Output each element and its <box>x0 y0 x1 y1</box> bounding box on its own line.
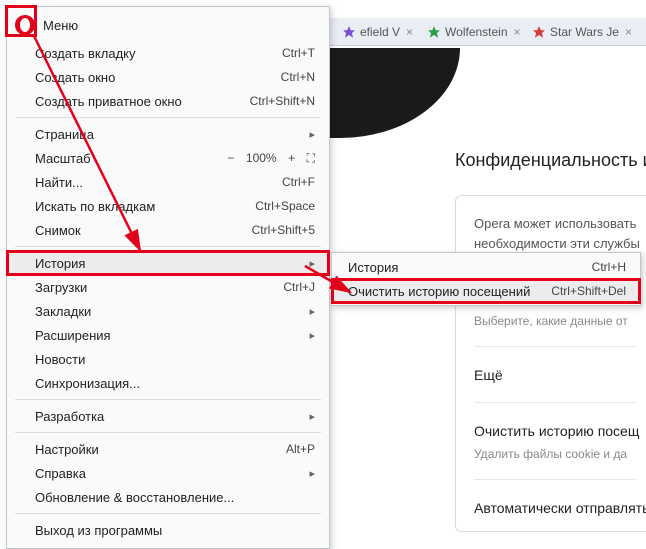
zoom-value: 100% <box>246 151 277 165</box>
chevron-right-icon: ▸ <box>297 305 315 318</box>
browser-tab[interactable]: Star Wars Je × <box>526 19 631 45</box>
menu-item-shortcut: Ctrl+Space <box>255 199 315 213</box>
menu-item-shortcut: Ctrl+T <box>282 46 315 60</box>
menu-item-history[interactable]: История ▸ <box>7 251 329 275</box>
tab-label: efield V <box>360 25 400 39</box>
close-icon[interactable]: × <box>406 25 413 39</box>
menu-item-new-tab[interactable]: Создать вкладку Ctrl+T <box>7 41 329 65</box>
chevron-right-icon: ▸ <box>297 329 315 342</box>
site-settings-sub: Выберите, какие данные от <box>474 312 637 330</box>
menu-item-sync[interactable]: Синхронизация... <box>7 371 329 395</box>
submenu-item-history[interactable]: История Ctrl+H <box>332 255 640 279</box>
menu-item-snapshot[interactable]: Снимок Ctrl+Shift+5 <box>7 218 329 242</box>
menu-item-label: Разработка <box>35 409 104 424</box>
tab-favicon <box>427 25 441 39</box>
menu-item-label: Закладки <box>35 304 91 319</box>
tab-favicon <box>342 25 356 39</box>
menu-item-label: Создать вкладку <box>35 46 136 61</box>
menu-item-shortcut: Ctrl+N <box>281 70 315 84</box>
menu-item-shortcut: Ctrl+F <box>282 175 315 189</box>
menu-item-label: Создать окно <box>35 70 115 85</box>
more-link[interactable]: Ещё <box>474 365 637 386</box>
menu-item-shortcut: Alt+P <box>286 442 315 456</box>
menu-item-label: Снимок <box>35 223 81 238</box>
submenu-item-clear-history[interactable]: Очистить историю посещений Ctrl+Shift+De… <box>332 279 640 303</box>
menu-item-label: Загрузки <box>35 280 87 295</box>
opera-main-menu: Меню Создать вкладку Ctrl+T Создать окно… <box>6 6 330 549</box>
fullscreen-icon[interactable]: ⛶ <box>307 151 315 166</box>
menu-separator <box>15 513 321 514</box>
menu-item-exit[interactable]: Выход из программы <box>7 518 329 542</box>
menu-title: Меню <box>43 18 78 33</box>
menu-item-shortcut: Ctrl+J <box>283 280 315 294</box>
menu-item-find[interactable]: Найти... Ctrl+F <box>7 170 329 194</box>
menu-item-settings[interactable]: Настройки Alt+P <box>7 437 329 461</box>
settings-card: Opera может использовать необходимости э… <box>455 195 646 532</box>
menu-item-downloads[interactable]: Загрузки Ctrl+J <box>7 275 329 299</box>
menu-item-label: Настройки <box>35 442 99 457</box>
menu-item-update[interactable]: Обновление & восстановление... <box>7 485 329 509</box>
menu-separator <box>15 399 321 400</box>
history-submenu: История Ctrl+H Очистить историю посещени… <box>331 252 641 306</box>
menu-item-find-in-tabs[interactable]: Искать по вкладкам Ctrl+Space <box>7 194 329 218</box>
menu-item-new-window[interactable]: Создать окно Ctrl+N <box>7 65 329 89</box>
zoom-in-button[interactable]: + <box>285 151 299 165</box>
menu-item-shortcut: Ctrl+H <box>592 260 626 274</box>
menu-item-label: История <box>35 256 85 271</box>
menu-item-label: История <box>348 260 398 275</box>
settings-description: Opera может использовать <box>474 214 637 234</box>
menu-item-label: Создать приватное окно <box>35 94 182 109</box>
menu-item-label: Масштаб <box>35 151 91 166</box>
chevron-right-icon: ▸ <box>297 467 315 480</box>
auto-send-link[interactable]: Автоматически отправлять <box>474 498 637 519</box>
menu-item-bookmarks[interactable]: Закладки ▸ <box>7 299 329 323</box>
menu-item-label: Синхронизация... <box>35 376 140 391</box>
menu-separator <box>15 117 321 118</box>
tab-favicon <box>532 25 546 39</box>
menu-item-shortcut: Ctrl+Shift+5 <box>252 223 315 237</box>
menu-item-new-private-window[interactable]: Создать приватное окно Ctrl+Shift+N <box>7 89 329 113</box>
menu-item-help[interactable]: Справка ▸ <box>7 461 329 485</box>
settings-privacy-section: Конфиденциальность и б Opera может испол… <box>455 150 646 532</box>
menu-item-shortcut: Ctrl+Shift+N <box>250 94 315 108</box>
menu-item-label: Новости <box>35 352 85 367</box>
chevron-right-icon: ▸ <box>297 410 315 423</box>
menu-header: Меню <box>7 11 329 41</box>
menu-item-label: Найти... <box>35 175 83 190</box>
close-icon[interactable]: × <box>514 25 521 39</box>
menu-item-page[interactable]: Страница ▸ <box>7 122 329 146</box>
menu-separator <box>15 432 321 433</box>
close-icon[interactable]: × <box>625 25 631 39</box>
tab-label: Wolfenstein <box>445 25 507 39</box>
clear-history-sub: Удалить файлы cookie и да <box>474 445 637 463</box>
menu-item-label: Расширения <box>35 328 111 343</box>
menu-item-label: Обновление & восстановление... <box>35 490 234 505</box>
menu-item-zoom[interactable]: Масштаб − 100% + ⛶ <box>7 146 329 170</box>
browser-tab[interactable]: efield V × <box>336 19 421 45</box>
menu-item-developer[interactable]: Разработка ▸ <box>7 404 329 428</box>
menu-item-label: Справка <box>35 466 86 481</box>
browser-tab[interactable]: Wolfenstein × <box>421 19 526 45</box>
browser-tabstrip: efield V × Wolfenstein × Star Wars Je × <box>330 18 646 46</box>
annotation-logo-highlight <box>5 5 37 37</box>
menu-item-label: Страница <box>35 127 94 142</box>
menu-item-extensions[interactable]: Расширения ▸ <box>7 323 329 347</box>
menu-item-news[interactable]: Новости <box>7 347 329 371</box>
menu-item-shortcut: Ctrl+Shift+Del <box>551 284 626 298</box>
menu-separator <box>15 246 321 247</box>
chevron-right-icon: ▸ <box>297 128 315 141</box>
zoom-out-button[interactable]: − <box>224 151 238 165</box>
menu-item-label: Искать по вкладкам <box>35 199 155 214</box>
tab-label: Star Wars Je <box>550 25 619 39</box>
menu-item-label: Очистить историю посещений <box>348 284 530 299</box>
section-title: Конфиденциальность и б <box>455 150 646 171</box>
clear-history-link[interactable]: Очистить историю посещ <box>474 421 637 442</box>
menu-item-label: Выход из программы <box>35 523 162 538</box>
settings-description: необходимости эти службы <box>474 234 637 254</box>
chevron-right-icon: ▸ <box>297 257 315 270</box>
